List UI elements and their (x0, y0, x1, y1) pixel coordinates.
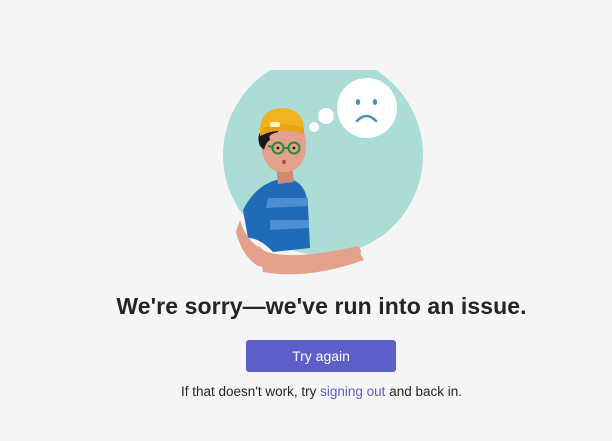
sign-out-link[interactable]: signing out (320, 384, 385, 399)
error-page: We're sorry—we've run into an issue. Try… (0, 0, 612, 441)
error-hint: If that doesn't work, try signing out an… (0, 384, 612, 399)
error-hint-suffix: and back in. (385, 384, 462, 399)
thought-dot-medium (318, 108, 334, 124)
sad-person-illustration (223, 70, 423, 275)
sad-face-left-eye (355, 99, 361, 105)
sad-face-bubble (337, 78, 397, 138)
person-mouth (282, 159, 286, 165)
error-title: We're sorry—we've run into an issue. (116, 293, 527, 319)
try-again-button[interactable]: Try again (246, 340, 396, 372)
error-hint-prefix: If that doesn't work, try (180, 384, 321, 399)
thought-dot-small (309, 122, 319, 132)
sad-face-right-eye (372, 99, 378, 105)
